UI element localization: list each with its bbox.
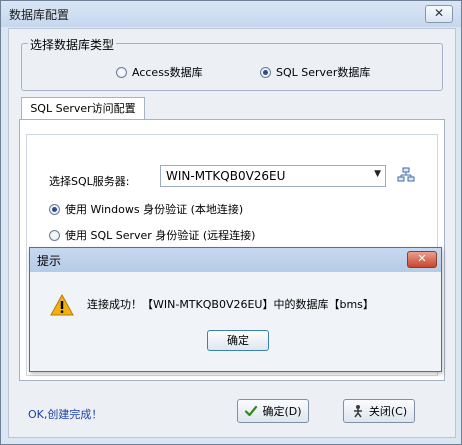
- dialog-message: 连接成功！【WIN-MTKQB0V26EU】中的数据库【bms】: [87, 298, 374, 311]
- database-config-window: 数据库配置 ✕ 选择数据库类型 Access数据库 SQL Server数据库 …: [0, 0, 462, 445]
- radio-windows-auth-label: 使用 Windows 身份验证 (本地连接): [65, 203, 244, 216]
- tab-sqlserver-access-config[interactable]: SQL Server访问配置: [21, 97, 145, 120]
- radio-sqlserver-label: SQL Server数据库: [276, 66, 371, 79]
- chevron-down-icon[interactable]: ▼: [374, 169, 381, 179]
- prompt-dialog: 提示 ✕ 连接成功！【WIN-MTKQB0V26EU】中的数据库【bms】 确定: [29, 247, 442, 372]
- radio-access-label: Access数据库: [132, 66, 203, 79]
- radio-sqlserver-auth-label: 使用 SQL Server 身份验证 (远程连接): [65, 229, 256, 242]
- dialog-close-button[interactable]: ✕: [407, 251, 437, 268]
- dialog-ok-button[interactable]: 确定: [207, 330, 269, 351]
- server-select[interactable]: WIN-MTKQB0V26EU ▼: [160, 165, 386, 187]
- radio-sqlserver-db[interactable]: SQL Server数据库: [260, 64, 370, 80]
- close-icon: ✕: [433, 6, 445, 20]
- confirm-button[interactable]: 确定(D): [237, 399, 309, 423]
- radio-sqlserver-auth-indicator[interactable]: [49, 229, 60, 241]
- radio-windows-auth[interactable]: 使用 Windows 身份验证 (本地连接): [49, 201, 243, 217]
- radio-sqlserver-auth[interactable]: 使用 SQL Server 身份验证 (远程连接): [49, 227, 255, 243]
- radio-sqlserver-indicator[interactable]: [260, 66, 271, 78]
- window-title: 数据库配置: [9, 8, 70, 22]
- exit-icon: [353, 405, 362, 418]
- window-close-button[interactable]: ✕: [425, 5, 453, 23]
- warning-icon: [50, 294, 74, 316]
- dialog-title: 提示: [37, 254, 62, 268]
- dialog-titlebar: 提示 ✕: [30, 248, 441, 272]
- close-icon: ✕: [417, 252, 427, 265]
- server-select-label: 选择SQL服务器:: [49, 175, 130, 188]
- confirm-button-label: 确定(D): [262, 405, 302, 418]
- checkmark-icon: [245, 405, 258, 417]
- close-button[interactable]: 关闭(C): [343, 399, 415, 423]
- window-titlebar: 数据库配置 ✕: [1, 1, 461, 27]
- radio-access-indicator[interactable]: [116, 66, 127, 78]
- network-icon[interactable]: [397, 167, 415, 183]
- window-client-area: 选择数据库类型 Access数据库 SQL Server数据库 SQL Serv…: [8, 28, 456, 438]
- status-text: OK,创建完成！: [28, 408, 103, 421]
- db-type-group-label: 选择数据库类型: [28, 36, 117, 53]
- server-select-value: WIN-MTKQB0V26EU: [166, 169, 286, 183]
- dialog-body: 连接成功！【WIN-MTKQB0V26EU】中的数据库【bms】 确定: [31, 272, 440, 370]
- radio-windows-auth-indicator[interactable]: [49, 203, 60, 215]
- close-button-label: 关闭(C): [368, 405, 408, 418]
- db-type-groupbox: 选择数据库类型 Access数据库 SQL Server数据库: [21, 36, 443, 91]
- radio-access-db[interactable]: Access数据库: [116, 64, 203, 80]
